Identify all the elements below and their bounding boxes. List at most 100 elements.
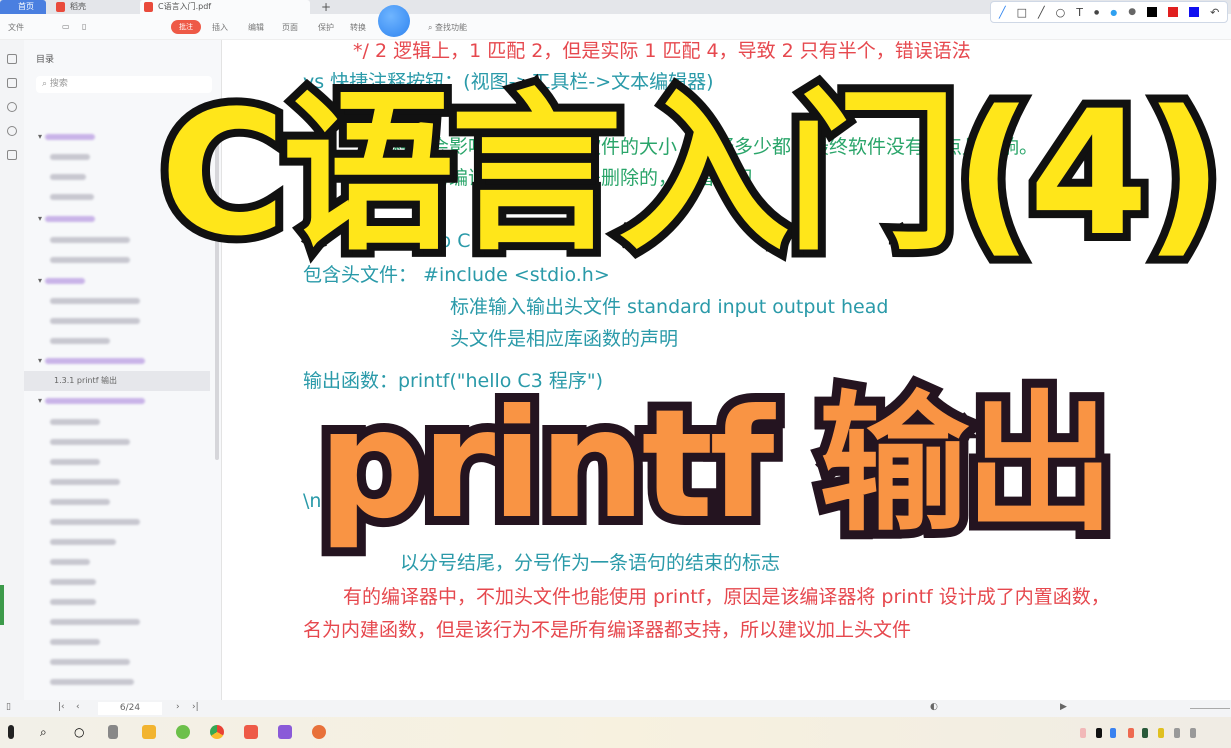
outline-item[interactable] bbox=[50, 575, 96, 589]
color-blue[interactable] bbox=[1189, 7, 1200, 17]
outline-item[interactable]: ▾ bbox=[38, 274, 85, 288]
explorer-icon[interactable] bbox=[142, 725, 156, 739]
undo-icon[interactable]: ↶ bbox=[1210, 6, 1219, 19]
tray-icon[interactable] bbox=[1128, 728, 1134, 738]
tab-convert[interactable]: 转换 bbox=[350, 22, 366, 33]
outline-item[interactable] bbox=[50, 595, 96, 609]
last-page-button[interactable]: ›| bbox=[192, 702, 199, 712]
outline-item[interactable] bbox=[50, 475, 120, 489]
side-indicator bbox=[0, 585, 4, 625]
outline-item[interactable] bbox=[50, 253, 130, 267]
search-icon[interactable]: ⌕ bbox=[40, 725, 47, 740]
first-page-button[interactable]: |‹ bbox=[58, 702, 65, 712]
outline-item[interactable] bbox=[50, 415, 100, 429]
sidebar-search-placeholder: 搜索 bbox=[49, 79, 68, 89]
app-icon[interactable] bbox=[176, 725, 190, 739]
outline-item[interactable] bbox=[50, 455, 100, 469]
vs-icon[interactable] bbox=[278, 725, 292, 739]
outline-item[interactable] bbox=[50, 535, 116, 549]
color-black[interactable] bbox=[1147, 7, 1158, 17]
attachment-icon[interactable] bbox=[7, 126, 17, 136]
outline-item[interactable]: ▾ bbox=[38, 394, 145, 408]
open-icon[interactable]: ▭ bbox=[62, 22, 70, 31]
cortana-icon[interactable]: ○ bbox=[74, 725, 84, 739]
prev-page-button[interactable]: ‹ bbox=[76, 702, 80, 712]
layer-icon[interactable] bbox=[7, 150, 17, 160]
tab-protect[interactable]: 保护 bbox=[318, 22, 334, 33]
outline-item[interactable] bbox=[50, 314, 140, 328]
ai-assistant-button[interactable] bbox=[378, 5, 410, 37]
outline-item[interactable] bbox=[50, 190, 94, 204]
doc-line: 以分号结尾，分号作为一条语句的结束的标志 bbox=[400, 552, 781, 574]
doc-line: */ 2 逻辑上，1 匹配 2，但是实际 1 匹配 4，导致 2 只有半个，错误… bbox=[353, 40, 971, 62]
zoom-slider[interactable] bbox=[1190, 708, 1230, 709]
outline-item[interactable]: ▾ bbox=[38, 354, 145, 368]
tab-docer[interactable]: 稻壳 bbox=[52, 0, 132, 14]
page-number-input[interactable]: 6/24 bbox=[98, 702, 162, 715]
tab-edit[interactable]: 编辑 bbox=[248, 22, 264, 33]
drawing-toolbar: ╱ □ ╱ ○ T ● ● ● ↶ bbox=[990, 1, 1228, 23]
toolbar-search[interactable]: ⌕ 查找功能 bbox=[428, 22, 467, 33]
tray-icon[interactable] bbox=[1110, 728, 1116, 738]
outline-item[interactable] bbox=[50, 495, 110, 509]
network-icon[interactable] bbox=[1174, 728, 1180, 738]
comment-icon[interactable] bbox=[7, 102, 17, 112]
outline-item[interactable]: ▾ bbox=[38, 130, 95, 144]
tab-insert[interactable]: 插入 bbox=[212, 22, 228, 33]
tray-icon[interactable] bbox=[1080, 728, 1086, 738]
wps-icon[interactable] bbox=[244, 725, 258, 739]
tab-label: C语言入门.pdf bbox=[158, 2, 212, 11]
sidebar-toggle-icon[interactable]: ▯ bbox=[6, 702, 11, 712]
task-view-icon[interactable] bbox=[108, 725, 118, 739]
volume-icon[interactable] bbox=[1190, 728, 1196, 738]
thumbnail-icon[interactable] bbox=[7, 54, 17, 64]
outline-item[interactable] bbox=[50, 655, 130, 669]
outline-item[interactable] bbox=[50, 615, 140, 629]
outline-item[interactable]: ▾ bbox=[38, 212, 95, 226]
text-icon[interactable]: T bbox=[1076, 6, 1083, 19]
docer-icon bbox=[56, 2, 65, 12]
outline-item-selected[interactable]: 1.3.1 printf 输出 bbox=[54, 374, 117, 388]
outline-item[interactable] bbox=[50, 170, 86, 184]
tab-pdf[interactable]: C语言入门.pdf bbox=[140, 0, 310, 14]
chrome-icon[interactable] bbox=[210, 725, 224, 739]
outline-item[interactable] bbox=[50, 334, 110, 348]
dot-large-icon[interactable]: ● bbox=[1128, 7, 1136, 17]
tray-icon[interactable] bbox=[1096, 728, 1102, 738]
line-icon[interactable]: ╱ bbox=[1038, 6, 1045, 19]
overlay-title: C语言入门(4) bbox=[152, 73, 1231, 274]
circle-icon[interactable]: ○ bbox=[1056, 6, 1066, 19]
start-icon[interactable] bbox=[8, 725, 14, 739]
rect-icon[interactable]: □ bbox=[1017, 6, 1027, 19]
dot-blue-icon[interactable]: ● bbox=[1110, 8, 1117, 17]
bookmark-icon[interactable] bbox=[7, 78, 17, 88]
dot-small-icon[interactable]: ● bbox=[1094, 9, 1099, 16]
app-icon[interactable] bbox=[312, 725, 326, 739]
outline-item[interactable] bbox=[50, 675, 134, 689]
color-red[interactable] bbox=[1168, 7, 1179, 17]
tab-page[interactable]: 页面 bbox=[282, 22, 298, 33]
tab-annotate[interactable]: 批注 bbox=[171, 20, 201, 34]
play-icon[interactable]: ▶ bbox=[1060, 702, 1067, 712]
outline-item[interactable] bbox=[50, 294, 140, 308]
taskbar: ⌕ ○ bbox=[0, 717, 1231, 748]
pdf-icon bbox=[144, 2, 153, 12]
pen-icon[interactable]: ╱ bbox=[999, 6, 1006, 19]
outline-item[interactable] bbox=[50, 233, 130, 247]
save-icon[interactable]: ▯ bbox=[82, 22, 86, 31]
outline-item[interactable] bbox=[50, 435, 130, 449]
outline-item[interactable] bbox=[50, 150, 90, 164]
tab-home[interactable]: 首页 bbox=[0, 0, 46, 14]
menu-file[interactable]: 文件 bbox=[8, 22, 24, 33]
sidebar-title: 目录 bbox=[36, 55, 55, 65]
next-page-button[interactable]: › bbox=[176, 702, 180, 712]
view-mode-icon[interactable]: ◐ bbox=[930, 702, 938, 712]
outline-item[interactable] bbox=[50, 515, 140, 529]
doc-line: 标准输入输出头文件 standard input output head bbox=[450, 296, 889, 318]
outline-item[interactable] bbox=[50, 555, 90, 569]
new-tab-button[interactable]: + bbox=[316, 0, 336, 14]
tray-icon[interactable] bbox=[1158, 728, 1164, 738]
outline-item[interactable] bbox=[50, 635, 100, 649]
doc-line: 有的编译器中，不加头文件也能使用 printf，原因是该编译器将 printf … bbox=[343, 586, 1110, 608]
tray-icon[interactable] bbox=[1142, 728, 1148, 738]
